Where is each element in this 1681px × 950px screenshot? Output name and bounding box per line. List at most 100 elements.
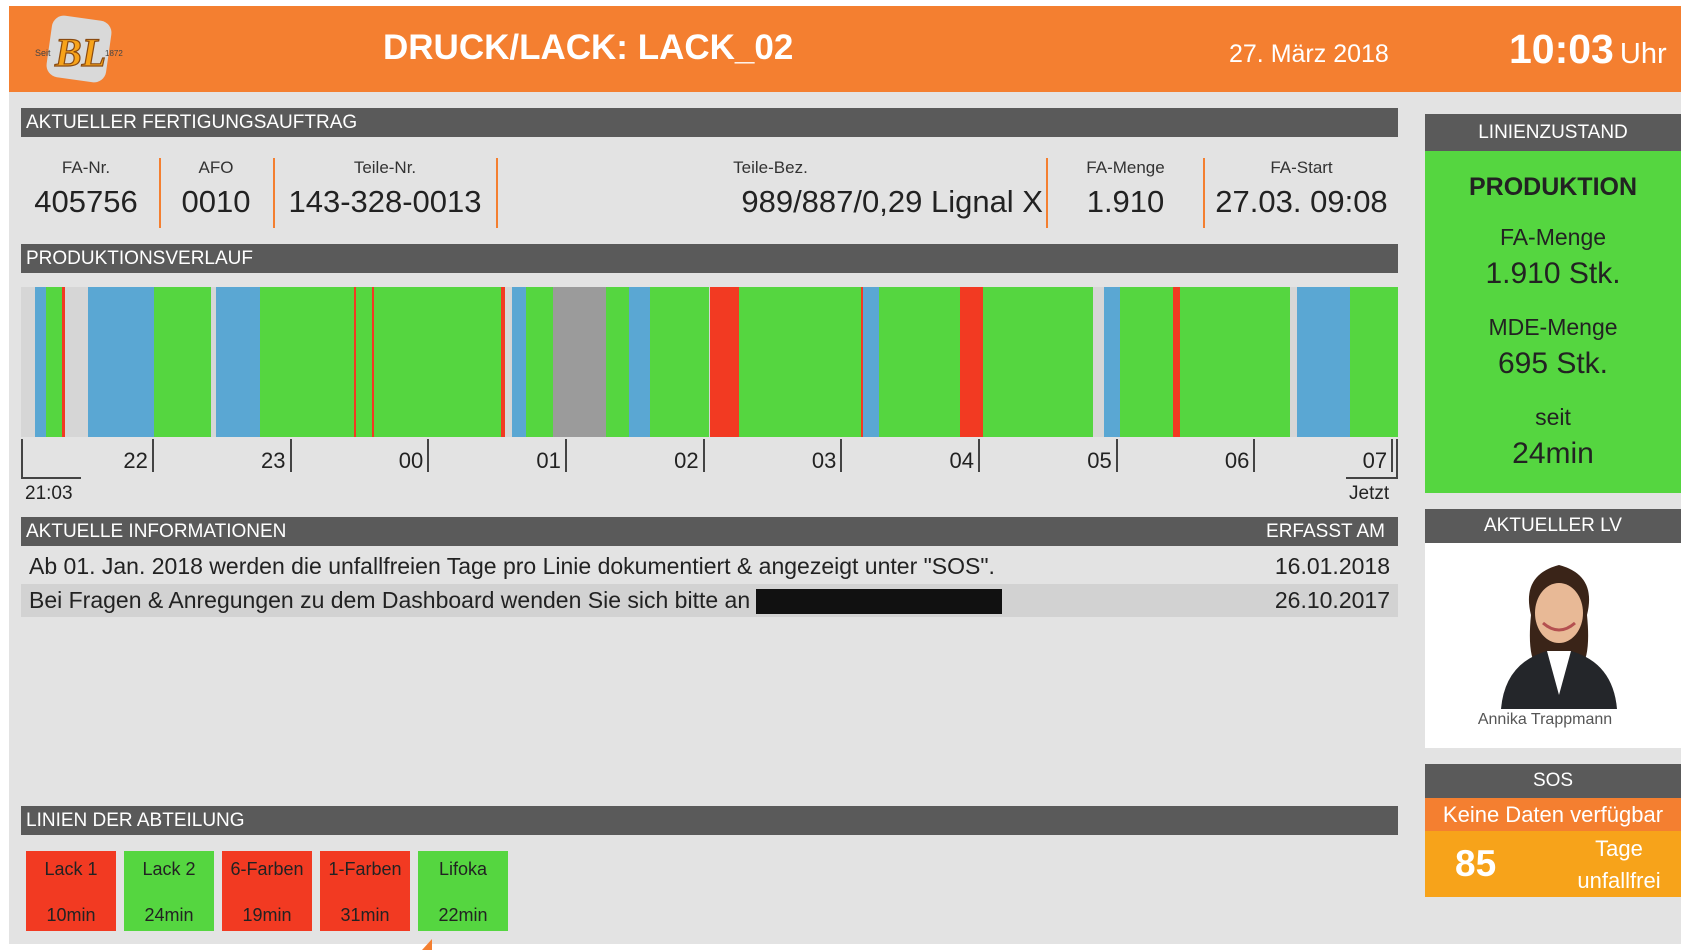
- line-tile-lack-1[interactable]: Lack 1 10min: [26, 851, 116, 931]
- clock-unit: Uhr: [1619, 38, 1667, 70]
- timeline-segment-setup: [1297, 287, 1350, 437]
- timeline-segment-run: [46, 287, 63, 437]
- current-date: 27. März 2018: [1229, 40, 1389, 68]
- line-time: 24min: [144, 905, 194, 925]
- production-section-title: PRODUKTIONSVERLAUF: [21, 244, 1398, 273]
- info-date: 26.10.2017: [1274, 587, 1390, 613]
- current-time: 10:03 Uhr: [1509, 26, 1667, 73]
- line-name: Lack 2: [142, 859, 196, 879]
- lv-panel: Annika Trappmann: [1425, 543, 1681, 748]
- field-teile-bez: Teile-Bez. 989/887/0,29 Lignal X: [498, 158, 1043, 232]
- timeline-segment-run: [374, 287, 501, 437]
- lv-section-title: AKTUELLER LV: [1425, 509, 1681, 543]
- page-title: DRUCK/LACK: LACK_02: [383, 28, 794, 67]
- axis-tick-label: 22: [123, 448, 148, 473]
- timeline-segment-setup: [34, 287, 47, 437]
- timeline-segment-fault: [1173, 287, 1180, 437]
- timeline-axis: 22 23 00 01 02 03 04 05 06 07: [21, 439, 1398, 479]
- line-state: PRODUKTION: [1468, 173, 1638, 201]
- line-tile-lifoka[interactable]: Lifoka 22min: [418, 851, 508, 931]
- field-fa-start: FA-Start 27.03. 09:08: [1205, 158, 1398, 232]
- timeline-segment-run: [879, 287, 960, 437]
- line-tile-1-farben[interactable]: 1-Farben 31min: [320, 851, 410, 931]
- field-teile-nr: Teile-Nr. 143-328-0013: [275, 158, 495, 232]
- scroll-marker-icon: [422, 939, 432, 950]
- axis-tick: [978, 439, 980, 472]
- timeline-segment-run: [1120, 287, 1174, 437]
- line-time: 31min: [340, 905, 390, 925]
- field-fa-nr: FA-Nr. 405756: [21, 158, 151, 232]
- axis-tick-label: 01: [536, 448, 561, 473]
- axis-tick-label: 04: [949, 448, 974, 473]
- clock-value: 10:03: [1509, 26, 1614, 72]
- info-row: Ab 01. Jan. 2018 werden die unfallfreien…: [21, 550, 1398, 583]
- fa-menge-value: 1.910 Stk.: [1485, 257, 1621, 290]
- axis-tick-label: 05: [1087, 448, 1112, 473]
- timeline-segment-none: [505, 287, 513, 437]
- fa-menge-label: FA-Menge: [1499, 224, 1607, 250]
- timeline-start-label: 21:03: [25, 483, 73, 504]
- info-row: Bei Fragen & Anregungen zu dem Dashboard…: [21, 584, 1398, 617]
- axis-tick: [1391, 439, 1394, 472]
- timeline-segment-setup: [1104, 287, 1121, 437]
- timeline-segment-fault: [959, 287, 983, 437]
- field-value: 0010: [181, 184, 251, 219]
- lines-section-title: LINIEN DER ABTEILUNG: [21, 806, 1398, 835]
- axis-tick-label: 07: [1362, 448, 1388, 473]
- company-logo: Seit 1872 BL: [35, 15, 123, 83]
- info-text-wrap: Bei Fragen & Anregungen zu dem Dashboard…: [29, 584, 1003, 617]
- timeline-segment-fault: [709, 287, 740, 437]
- info-section-title: AKTUELLE INFORMATIONEN ERFASST AM: [21, 517, 1398, 546]
- line-time: 10min: [46, 905, 96, 925]
- line-name: 1-Farben: [328, 859, 402, 879]
- lv-name: Annika Trappmann: [1477, 711, 1613, 728]
- line-name: 6-Farben: [230, 859, 304, 879]
- since-value: 24min: [1512, 437, 1594, 470]
- axis-tick: [151, 439, 154, 472]
- timeline-segment-idle: [553, 287, 607, 437]
- header-bar: Seit 1872 BL DRUCK/LACK: LACK_02 27. Mär…: [9, 6, 1681, 92]
- svg-text:1872: 1872: [105, 49, 123, 58]
- field-afo: AFO 0010: [161, 158, 271, 232]
- order-section-title: AKTUELLER FERTIGUNGSAUFTRAG: [21, 108, 1398, 137]
- field-label: FA-Menge: [1086, 158, 1165, 177]
- line-tile-6-farben[interactable]: 6-Farben 19min: [222, 851, 312, 931]
- redacted-contact: [756, 589, 1003, 615]
- field-label: FA-Nr.: [61, 158, 111, 177]
- info-text: Bei Fragen & Anregungen zu dem Dashboard…: [29, 587, 751, 613]
- timeline-segment-setup: [216, 287, 260, 437]
- axis-tick-label: 00: [398, 448, 424, 473]
- line-tile-lack-2[interactable]: Lack 2 24min: [124, 851, 214, 931]
- svg-text:BL: BL: [54, 30, 106, 75]
- info-date-header: ERFASST AM: [1266, 521, 1385, 542]
- svg-text:Seit: Seit: [35, 48, 51, 58]
- field-label: Teile-Bez.: [733, 158, 808, 177]
- since-label: seit: [1535, 404, 1571, 430]
- accident-free-label: unfallfrei: [1577, 868, 1661, 893]
- axis-tick: [840, 439, 843, 472]
- timeline-segment-run: [525, 287, 554, 437]
- info-date: 16.01.2018: [1274, 553, 1390, 579]
- person-photo-icon: [1501, 565, 1617, 709]
- accident-free-days: 85: [1455, 843, 1497, 884]
- field-value: 989/887/0,29 Lignal X: [741, 184, 1043, 219]
- timeline-segment-run: [606, 287, 630, 437]
- field-value: 1.910: [1086, 184, 1165, 219]
- mde-menge-label: MDE-Menge: [1488, 314, 1618, 340]
- timeline-segment-setup: [87, 287, 155, 437]
- timeline-segment-run: [739, 287, 861, 437]
- axis-tick: [702, 439, 705, 472]
- axis-tick: [1115, 439, 1118, 472]
- line-name: Lack 1: [44, 859, 98, 879]
- days-label: Tage: [1595, 836, 1643, 861]
- timeline-segment-run: [649, 287, 710, 437]
- sos-counter: 85 Tage unfallfrei: [1425, 831, 1681, 897]
- timeline-segment-none: [1290, 287, 1297, 437]
- status-section-title: LINIENZUSTAND: [1425, 114, 1681, 151]
- timeline-segment-run: [356, 287, 373, 437]
- field-label: Teile-Nr.: [353, 158, 417, 177]
- timeline-end-label: Jetzt: [1349, 483, 1390, 504]
- timeline-segment-setup: [863, 287, 880, 437]
- field-fa-menge: FA-Menge 1.910: [1048, 158, 1203, 232]
- field-value: 405756: [34, 184, 138, 219]
